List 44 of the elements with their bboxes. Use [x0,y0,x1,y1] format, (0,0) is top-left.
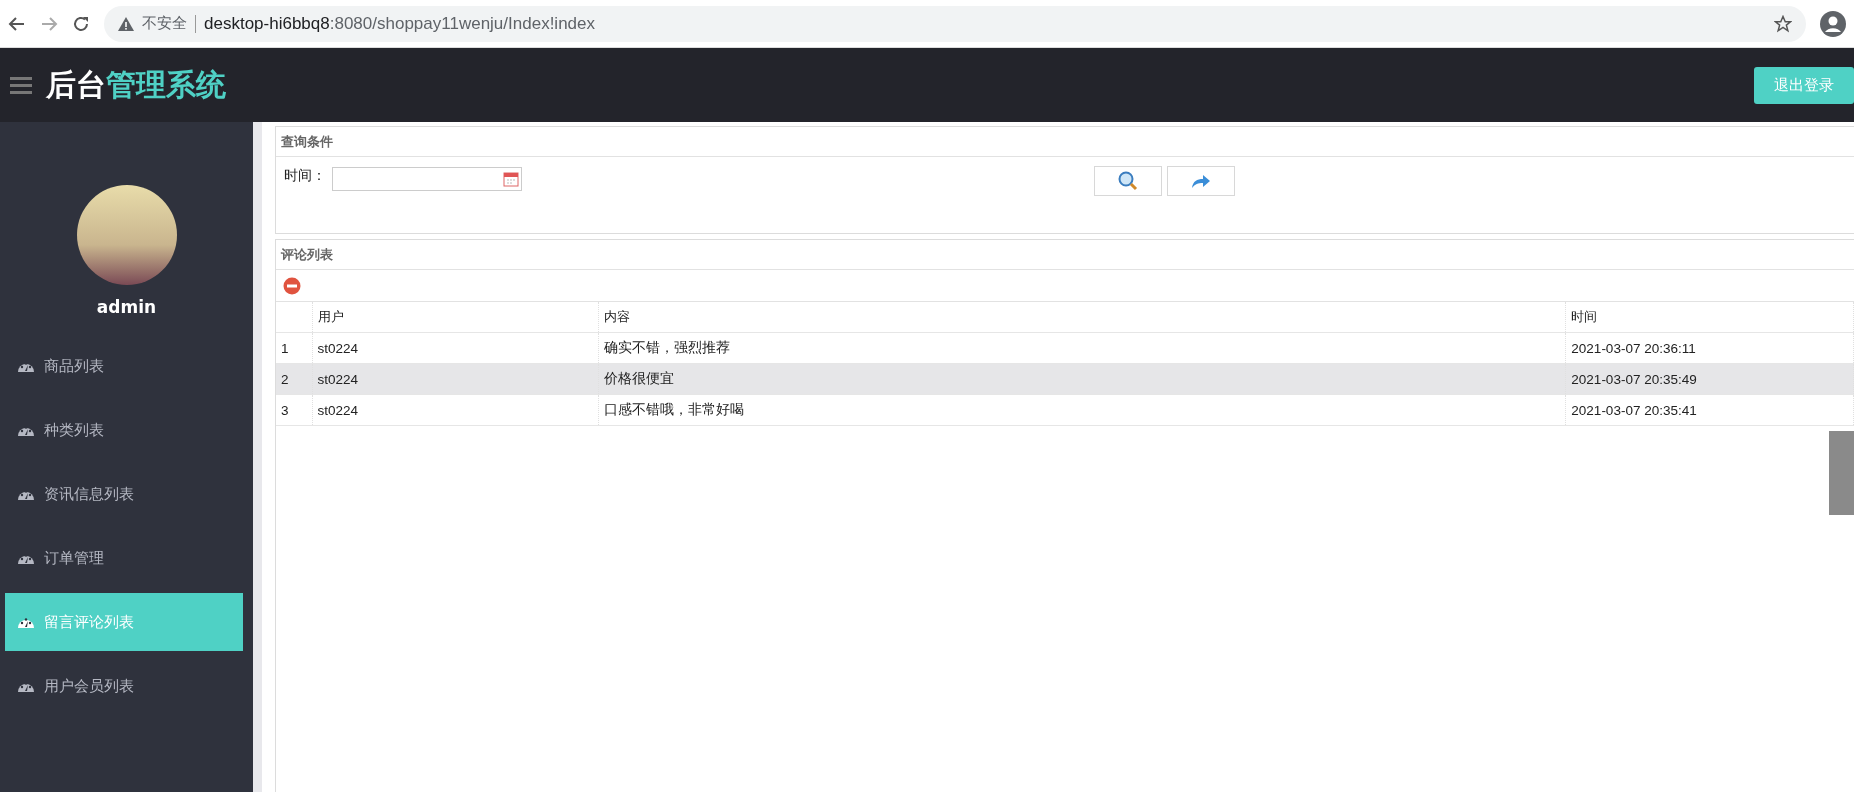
url-text: desktop-hi6bbq8:8080/shoppay11wenju/Index!index [204,13,595,34]
table-cell: st0224 [312,332,599,364]
reset-button[interactable] [1167,166,1235,196]
table-cell: 2021-03-07 20:36:11 [1565,332,1854,364]
dashboard-icon [17,615,35,629]
table-cell: st0224 [312,363,599,395]
reload-icon[interactable] [72,14,90,33]
table-cell: 价格很便宜 [598,363,1566,395]
panel-title: 评论列表 [276,240,1854,270]
table-cell: 2021-03-07 20:35:41 [1565,394,1854,426]
sidebar-item[interactable]: 商品列表 [5,337,243,395]
remove-icon[interactable] [283,276,301,295]
panel-title: 查询条件 [276,127,1854,157]
time-label: 时间： [284,167,326,185]
security-label: 不安全 [142,14,187,33]
search-icon [1118,171,1138,191]
curved-arrow-icon [1191,173,1211,189]
warning-icon [118,16,134,31]
table-cell: 确实不错，强烈推荐 [598,332,1566,364]
table-cell: 口感不错哦，非常好喝 [598,394,1566,426]
column-header[interactable]: 时间 [1565,302,1854,333]
column-header[interactable]: 内容 [598,302,1566,333]
username: admin [95,297,158,317]
row-number: 1 [276,332,313,364]
time-input-field[interactable] [332,167,522,191]
profile-icon[interactable] [1820,10,1846,37]
table-cell: st0224 [312,394,599,426]
calendar-icon[interactable] [503,171,519,187]
sidebar-item[interactable]: 资讯信息列表 [5,465,243,523]
address-bar[interactable]: 不安全 desktop-hi6bbq8:8080/shoppay11wenju/Index!index [104,5,1806,42]
sidebar-item[interactable]: 订单管理 [5,529,243,587]
column-header[interactable]: 用户 [312,302,599,333]
app-title: 后台管理系统 [46,65,226,104]
sidebar-item[interactable]: 用户会员列表 [5,657,243,715]
sidebar-item[interactable]: 种类列表 [5,401,243,459]
search-button[interactable] [1094,166,1162,196]
back-icon[interactable] [8,14,26,33]
menu-icon[interactable] [10,76,32,94]
row-number: 3 [276,394,313,426]
forward-icon[interactable] [40,14,58,33]
row-number: 2 [276,363,313,395]
table-cell: 2021-03-07 20:35:49 [1565,363,1854,395]
scrollbar-thumb[interactable] [1829,431,1854,515]
star-icon[interactable] [1774,14,1792,33]
